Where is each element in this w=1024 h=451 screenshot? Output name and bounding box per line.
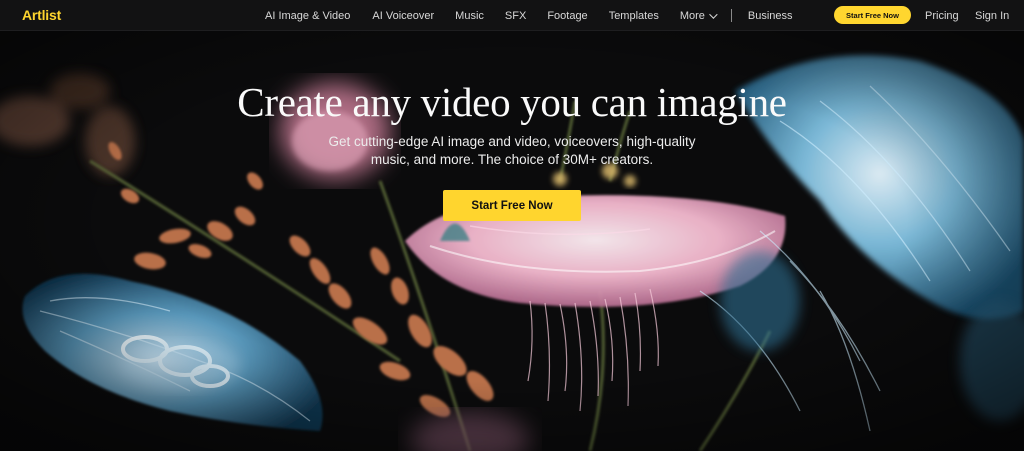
hero-subtext-line-1: Get cutting-edge AI image and video, voi… bbox=[328, 134, 696, 149]
nav-more-label: More bbox=[679, 9, 705, 22]
nav-start-free-button[interactable]: Start Free Now bbox=[834, 6, 911, 24]
hero-subtext-line-2: music, and more. The choice of 30M+ crea… bbox=[370, 152, 654, 167]
hero-headline: Create any video you can imagine bbox=[237, 79, 787, 125]
hero-subtext: Get cutting-edge AI image and video, voi… bbox=[312, 133, 712, 169]
nav-link-ai-image-video[interactable]: AI Image & Video bbox=[265, 10, 350, 22]
nav-link-sfx[interactable]: SFX bbox=[505, 10, 526, 22]
nav-signin-link[interactable]: Sign In bbox=[975, 0, 1009, 31]
nav-divider bbox=[730, 9, 732, 22]
hero-start-free-button[interactable]: Start Free Now bbox=[443, 190, 581, 221]
nav-link-business[interactable]: Business bbox=[748, 10, 793, 22]
nav-link-music[interactable]: Music bbox=[455, 10, 484, 22]
nav-links: AI Image & Video AI Voiceover Music SFX … bbox=[264, 0, 793, 31]
nav-link-templates[interactable]: Templates bbox=[609, 10, 659, 22]
nav-link-footage[interactable]: Footage bbox=[547, 10, 587, 22]
top-navbar: Artlist AI Image & Video AI Voiceover Mu… bbox=[0, 0, 1024, 31]
hero-section: Create any video you can imagine Get cut… bbox=[0, 31, 1024, 451]
nav-more-menu[interactable]: More bbox=[679, 9, 718, 22]
artlist-logo[interactable]: Artlist bbox=[22, 7, 61, 23]
nav-link-ai-voiceover[interactable]: AI Voiceover bbox=[372, 10, 434, 22]
chevron-down-icon bbox=[709, 9, 718, 19]
nav-pricing-link[interactable]: Pricing bbox=[925, 0, 959, 31]
logo-text: Artlist bbox=[22, 7, 62, 23]
